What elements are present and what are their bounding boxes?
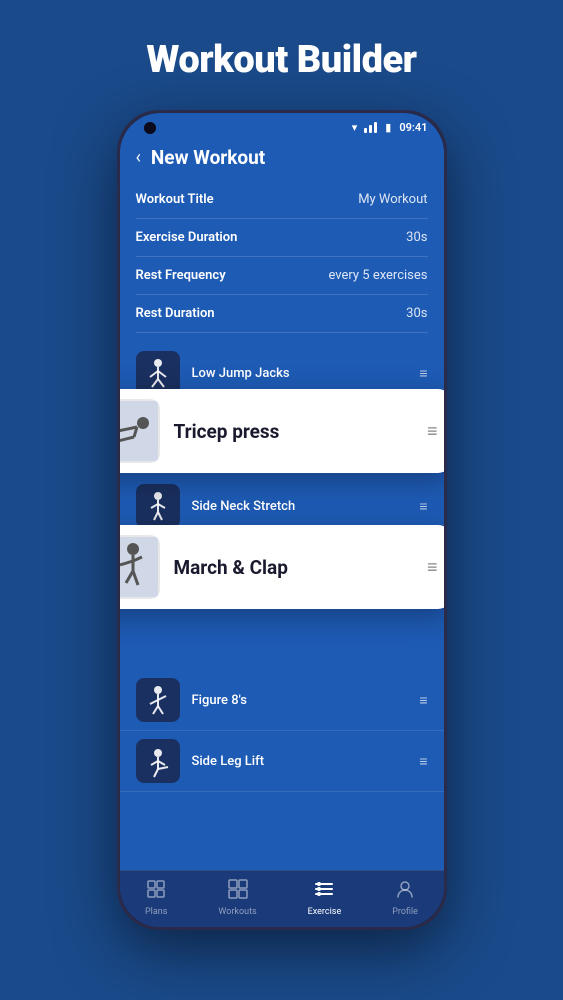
exercise-thumb-side-leg-lift (136, 739, 180, 783)
drag-handle-side-leg-lift[interactable]: ≡ (419, 753, 427, 770)
settings-label-exercise-duration: Exercise Duration (136, 230, 238, 245)
app-header: ‹ New Workout (120, 138, 444, 181)
battery-icon: ▮ (385, 121, 391, 134)
nav-item-workouts[interactable]: Workouts (218, 879, 256, 917)
settings-value-workout-title: My Workout (358, 192, 427, 207)
bottom-nav: Plans Workouts (120, 870, 444, 927)
floating-name-march-clap: March & Clap (174, 556, 427, 579)
nav-item-profile[interactable]: Profile (392, 879, 418, 917)
plans-icon (146, 879, 166, 904)
wifi-icon: ▾ (352, 121, 358, 134)
nav-label-workouts: Workouts (218, 907, 256, 917)
status-bar: ▾ ▮ 09:41 (120, 113, 444, 138)
drag-handle-march-clap[interactable]: ≡ (427, 557, 438, 578)
nav-item-exercise[interactable]: Exercise (308, 879, 342, 917)
nav-item-plans[interactable]: Plans (145, 879, 167, 917)
settings-section: Workout Title My Workout Exercise Durati… (120, 181, 444, 333)
settings-label-rest-frequency: Rest Frequency (136, 268, 226, 283)
floating-thumb-tricep-press (120, 399, 160, 463)
exercise-name-figure-8s: Figure 8's (192, 693, 420, 708)
exercise-item-figure-8s[interactable]: Figure 8's ≡ (120, 670, 444, 731)
status-time: 09:41 (399, 121, 427, 134)
exercise-name-side-neck-stretch: Side Neck Stretch (192, 499, 420, 514)
exercise-name-low-jump-jacks: Low Jump Jacks (192, 366, 420, 381)
camera-hole (144, 122, 156, 134)
exercise-list-container: Low Jump Jacks ≡ Tricep press (120, 333, 444, 792)
nav-label-plans: Plans (145, 907, 167, 917)
header-title: New Workout (151, 146, 265, 169)
drag-handle-side-neck-stretch[interactable]: ≡ (419, 498, 427, 515)
settings-row-rest-duration[interactable]: Rest Duration 30s (136, 295, 428, 333)
settings-row-rest-frequency[interactable]: Rest Frequency every 5 exercises (136, 257, 428, 295)
settings-label-workout-title: Workout Title (136, 192, 214, 207)
settings-value-rest-duration: 30s (406, 306, 427, 321)
exercise-thumb-side-neck-stretch (136, 484, 180, 528)
page-title: Workout Builder (146, 0, 416, 110)
settings-value-rest-frequency: every 5 exercises (328, 268, 427, 283)
settings-row-workout-title[interactable]: Workout Title My Workout (136, 181, 428, 219)
phone-frame: ▾ ▮ 09:41 ‹ New Workout Workout Title My (117, 110, 447, 930)
settings-row-exercise-duration[interactable]: Exercise Duration 30s (136, 219, 428, 257)
floating-thumb-march-clap (120, 535, 160, 599)
exercise-item-side-leg-lift[interactable]: Side Leg Lift ≡ (120, 731, 444, 792)
drag-handle-low-jump-jacks[interactable]: ≡ (419, 365, 427, 382)
drag-handle-figure-8s[interactable]: ≡ (419, 692, 427, 709)
exercise-icon (314, 879, 334, 904)
exercise-thumb-figure-8s (136, 678, 180, 722)
signal-icon (364, 122, 377, 133)
profile-icon (395, 879, 415, 904)
exercise-name-side-leg-lift: Side Leg Lift (192, 754, 420, 769)
nav-label-exercise: Exercise (308, 907, 342, 917)
nav-label-profile: Profile (392, 907, 418, 917)
floating-card-march-clap[interactable]: March & Clap ≡ (120, 525, 444, 609)
workouts-icon (228, 879, 248, 904)
back-button[interactable]: ‹ (136, 147, 141, 168)
settings-label-rest-duration: Rest Duration (136, 306, 215, 321)
drag-handle-tricep-press[interactable]: ≡ (427, 421, 438, 442)
floating-card-tricep-press[interactable]: Tricep press ≡ (120, 389, 444, 473)
floating-name-tricep-press: Tricep press (174, 420, 427, 443)
settings-value-exercise-duration: 30s (406, 230, 427, 245)
